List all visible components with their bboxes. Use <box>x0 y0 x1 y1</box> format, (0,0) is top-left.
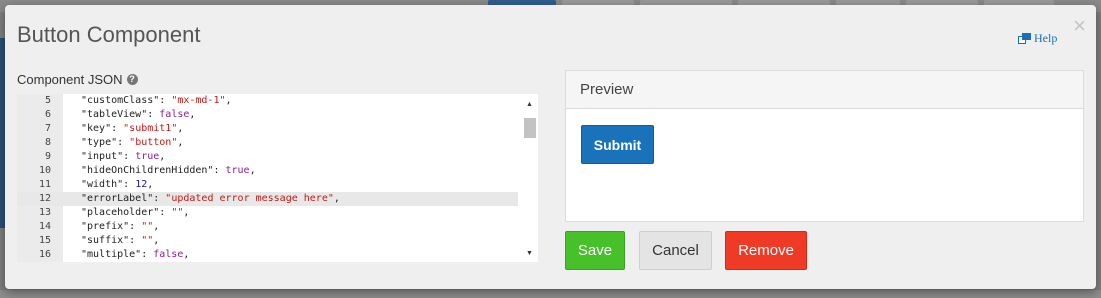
editor-line[interactable]: 11 "width": 12, <box>17 178 518 192</box>
line-number: 10 <box>38 165 51 176</box>
component-json-label: Component JSON ? <box>17 72 138 87</box>
editor-line[interactable]: 12 "errorLabel": "updated error message h… <box>17 192 518 206</box>
line-number: 14 <box>38 221 51 232</box>
line-number: 12 <box>38 193 51 204</box>
line-number: 16 <box>38 249 51 260</box>
line-number: 8 <box>44 137 51 148</box>
editor-line[interactable]: 8 "type": "button", <box>17 136 518 150</box>
editor-line[interactable]: 9 "input": true, <box>17 150 518 164</box>
code-text: "suffix": "", <box>81 235 160 246</box>
scroll-up-arrow-icon[interactable]: ▲ <box>526 101 533 108</box>
remove-button[interactable]: Remove <box>725 231 807 270</box>
preview-submit-button[interactable]: Submit <box>581 125 654 164</box>
question-circle-icon: ? <box>126 74 138 85</box>
code-text: "placeholder": "", <box>81 207 190 218</box>
code-text: "tableView": false, <box>81 109 196 120</box>
editor-line[interactable]: 7 "key": "submit1", <box>17 122 518 136</box>
help-link[interactable]: Help <box>1018 31 1057 46</box>
button-component-dialog: Button Component × Help Component JSON ?… <box>5 5 1096 289</box>
close-button[interactable]: × <box>1073 13 1086 39</box>
code-text: "key": "submit1", <box>81 123 184 134</box>
line-number: 9 <box>44 151 51 162</box>
save-button[interactable]: Save <box>565 231 625 270</box>
scroll-down-arrow-icon[interactable]: ▼ <box>526 250 533 257</box>
code-text: "hideOnChildrenHidden": true, <box>81 165 256 176</box>
code-text: "prefix": "", <box>81 221 160 232</box>
line-number: 6 <box>44 109 51 120</box>
line-number: 7 <box>44 123 51 134</box>
editor-line[interactable]: 5 "customClass": "mx-md-1", <box>17 94 518 108</box>
editor-line[interactable]: 13 "placeholder": "", <box>17 206 518 220</box>
line-number: 11 <box>38 179 51 190</box>
scrollbar-thumb[interactable] <box>524 118 536 138</box>
component-json-label-text: Component JSON <box>17 72 123 87</box>
background-footer <box>0 290 1101 298</box>
code-text: "customClass": "mx-md-1", <box>81 95 232 106</box>
code-text: "width": 12, <box>81 179 154 190</box>
editor-line[interactable]: 16 "multiple": false, <box>17 248 518 262</box>
preview-title: Preview <box>566 71 1083 109</box>
line-number: 5 <box>44 95 51 106</box>
editor-line[interactable]: 6 "tableView": false, <box>17 108 518 122</box>
external-window-icon <box>1018 33 1031 44</box>
line-number: 13 <box>38 207 51 218</box>
cancel-button[interactable]: Cancel <box>639 231 712 270</box>
editor-line[interactable]: 14 "prefix": "", <box>17 220 518 234</box>
editor-line[interactable]: 15 "suffix": "", <box>17 234 518 248</box>
help-label: Help <box>1034 31 1058 45</box>
line-number: 15 <box>38 235 51 246</box>
preview-panel: Preview Submit <box>565 70 1084 222</box>
code-text: "errorLabel": "updated error message her… <box>81 193 340 204</box>
dialog-title: Button Component <box>17 22 201 47</box>
code-text: "type": "button", <box>81 137 184 148</box>
code-text: "multiple": false, <box>81 249 190 260</box>
code-text: "input": true, <box>81 151 166 162</box>
json-code-editor[interactable]: 5 "customClass": "mx-md-1", 6 "tableView": … <box>17 94 538 262</box>
editor-scrollbar[interactable]: ▲ ▼ <box>521 94 538 262</box>
editor-line[interactable]: 10 "hideOnChildrenHidden": true, <box>17 164 518 178</box>
